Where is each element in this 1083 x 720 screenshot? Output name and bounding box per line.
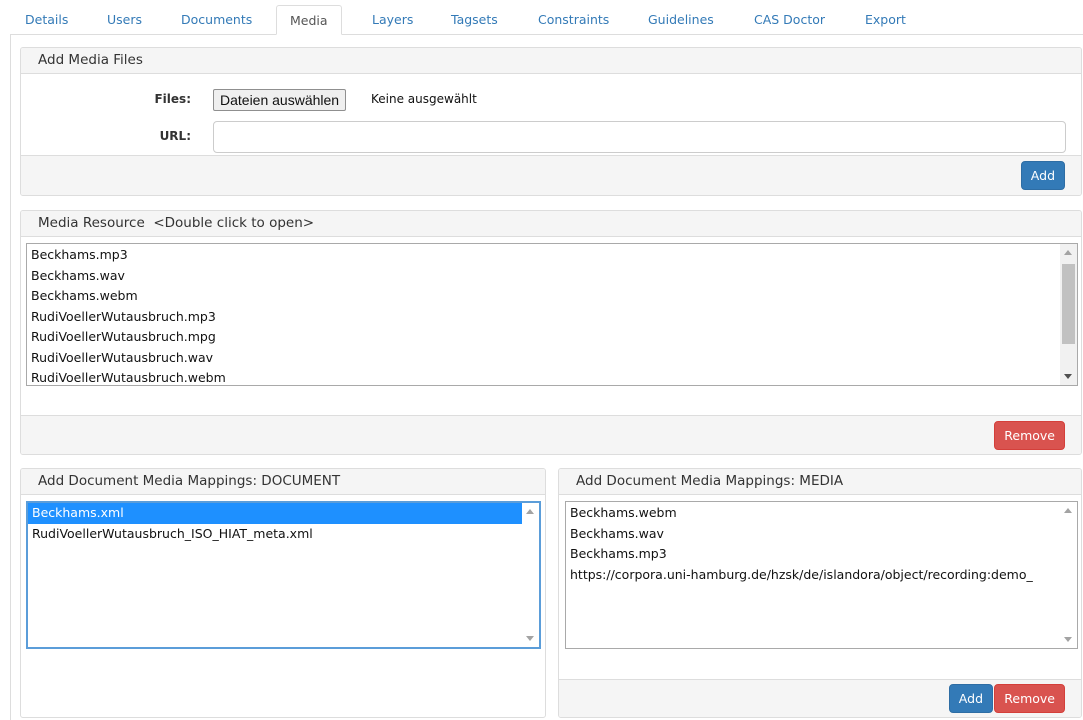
url-label: URL: <box>159 129 191 143</box>
media-mapping-panel: Add Document Media Mappings: MEDIA Beckh… <box>558 468 1082 718</box>
scroll-up-arrow-icon[interactable] <box>526 509 534 514</box>
media-resource-list[interactable]: Beckhams.mp3 Beckhams.wav Beckhams.webm … <box>26 243 1078 386</box>
list-item[interactable]: Beckhams.mp3 <box>27 245 1077 266</box>
panel-title: Media Resource <Double click to open> <box>21 211 1081 237</box>
list-item[interactable]: Beckhams.webm <box>566 503 1077 524</box>
tab-documents[interactable]: Documents <box>181 5 252 35</box>
add-media-button[interactable]: Add <box>1020 161 1065 190</box>
choose-files-button[interactable]: Dateien auswählen <box>213 89 347 111</box>
tab-bar: Details Users Documents Media Layers Tag… <box>10 5 1083 35</box>
list-item[interactable]: RudiVoellerWutausbruch.webm <box>27 368 1077 385</box>
scroll-up-arrow-icon[interactable] <box>1064 250 1072 255</box>
list-item[interactable]: Beckhams.webm <box>27 286 1077 307</box>
tab-constraints[interactable]: Constraints <box>538 5 609 35</box>
tab-guidelines[interactable]: Guidelines <box>648 5 714 35</box>
add-media-panel: Add Media Files Files: Dateien auswählen… <box>20 47 1082 196</box>
tab-cas-doctor[interactable]: CAS Doctor <box>754 5 825 35</box>
panel-title: Add Media Files <box>21 48 1081 74</box>
panel-title: Add Document Media Mappings: MEDIA <box>559 469 1081 495</box>
scroll-up-arrow-icon[interactable] <box>1064 508 1072 513</box>
list-item[interactable]: Beckhams.mp3 <box>566 544 1077 565</box>
tab-layers[interactable]: Layers <box>372 5 413 35</box>
panel-footer: Remove <box>21 415 1081 454</box>
remove-media-button[interactable]: Remove <box>994 421 1065 450</box>
tab-details[interactable]: Details <box>25 5 68 35</box>
scrollbar[interactable] <box>1060 244 1077 385</box>
files-label: Files: <box>154 92 191 106</box>
list-item[interactable]: Beckhams.wav <box>566 524 1077 545</box>
tab-export[interactable]: Export <box>865 5 906 35</box>
panel-footer: Add Remove <box>559 679 1081 717</box>
remove-mapping-button[interactable]: Remove <box>994 684 1065 713</box>
list-item[interactable]: RudiVoellerWutausbruch.wav <box>27 348 1077 369</box>
file-status: Keine ausgewählt <box>371 92 477 106</box>
tab-media[interactable]: Media <box>276 5 342 35</box>
media-mapping-list[interactable]: Beckhams.webm Beckhams.wav Beckhams.mp3 … <box>565 501 1078 649</box>
panel-footer: Add <box>21 155 1081 195</box>
tab-tagsets[interactable]: Tagsets <box>451 5 498 35</box>
list-item[interactable]: Beckhams.wav <box>27 266 1077 287</box>
scrollbar[interactable] <box>522 503 539 647</box>
panel-title: Add Document Media Mappings: DOCUMENT <box>21 469 545 495</box>
scrollbar[interactable] <box>1060 502 1077 648</box>
document-list[interactable]: Beckhams.xml RudiVoellerWutausbruch_ISO_… <box>26 501 541 649</box>
list-item[interactable]: RudiVoellerWutausbruch.mp3 <box>27 307 1077 328</box>
list-item[interactable]: RudiVoellerWutausbruch.mpg <box>27 327 1077 348</box>
scrollbar-thumb[interactable] <box>1062 264 1075 344</box>
list-item[interactable]: Beckhams.xml <box>28 503 539 524</box>
scroll-down-arrow-icon[interactable] <box>1064 374 1072 379</box>
scroll-down-arrow-icon[interactable] <box>1064 637 1072 642</box>
document-mapping-panel: Add Document Media Mappings: DOCUMENT Be… <box>20 468 546 718</box>
tab-users[interactable]: Users <box>107 5 142 35</box>
list-item[interactable]: https://corpora.uni-hamburg.de/hzsk/de/i… <box>566 565 1077 586</box>
scroll-down-arrow-icon[interactable] <box>526 636 534 641</box>
list-item[interactable]: RudiVoellerWutausbruch_ISO_HIAT_meta.xml <box>28 524 539 545</box>
add-media-form: Files: Dateien auswählen Keine ausgewähl… <box>21 74 1081 157</box>
media-resource-panel: Media Resource <Double click to open> Be… <box>20 210 1082 455</box>
add-mapping-button[interactable]: Add <box>948 684 993 713</box>
url-input[interactable] <box>213 121 1066 153</box>
